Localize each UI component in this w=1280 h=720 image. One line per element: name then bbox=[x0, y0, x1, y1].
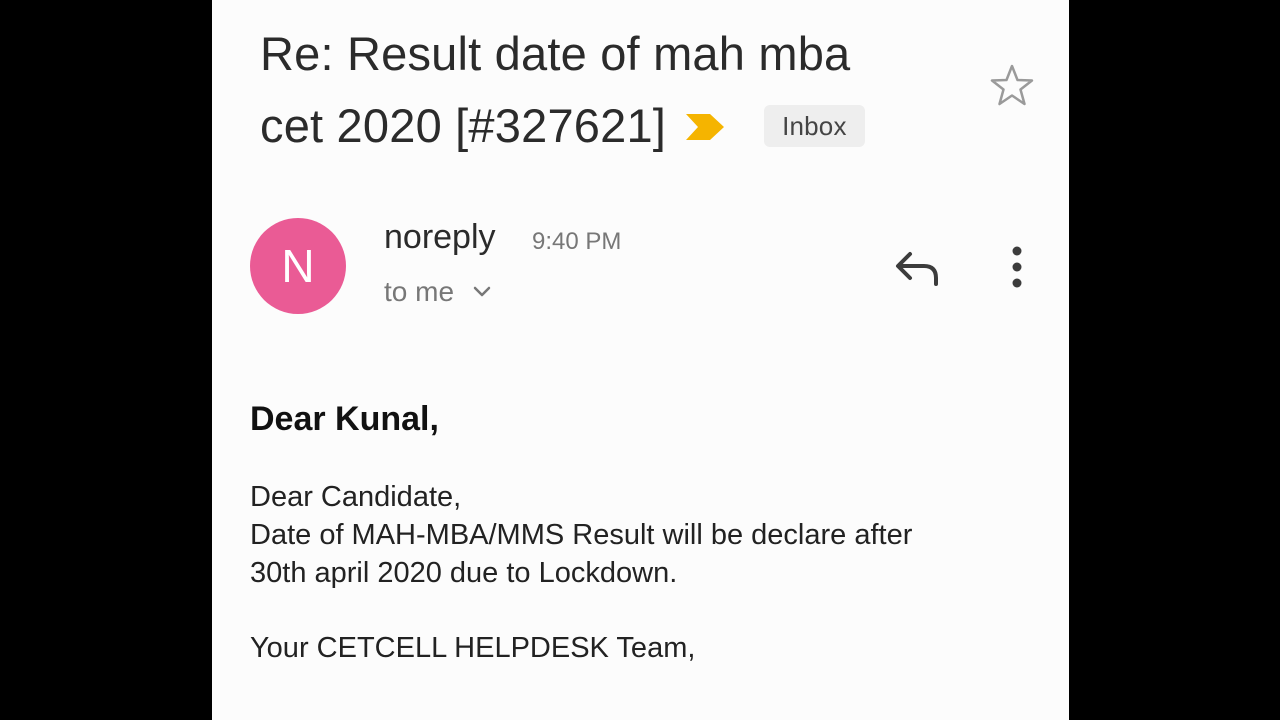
email-body: Dear Candidate, Date of MAH-MBA/MMS Resu… bbox=[250, 478, 1040, 592]
inbox-label-chip[interactable]: Inbox bbox=[764, 104, 865, 147]
body-line: 30th april 2020 due to Lockdown. bbox=[250, 557, 678, 589]
more-options-icon[interactable] bbox=[1000, 244, 1034, 290]
sender-avatar[interactable]: N bbox=[250, 218, 346, 314]
subject-line-1: Re: Result date of mah mba bbox=[260, 27, 851, 80]
recipient-label: to me bbox=[384, 276, 455, 307]
email-subject: Re: Result date of mah mba cet 2020 [#32… bbox=[260, 18, 960, 162]
chevron-down-icon[interactable] bbox=[472, 285, 492, 299]
recipient-details[interactable]: to me bbox=[384, 276, 492, 308]
subject-line-2-row: cet 2020 [#327621] Inbox bbox=[260, 90, 960, 162]
reply-icon[interactable] bbox=[894, 246, 942, 288]
email-view: Re: Result date of mah mba cet 2020 [#32… bbox=[212, 0, 1069, 720]
sender-name: noreply bbox=[384, 218, 496, 256]
body-line: Dear Candidate, bbox=[250, 481, 462, 513]
body-line: Date of MAH-MBA/MMS Result will be decla… bbox=[250, 519, 913, 551]
subject-line-2: cet 2020 [#327621] bbox=[260, 99, 667, 152]
email-signoff: Your CETCELL HELPDESK Team, bbox=[250, 632, 696, 664]
email-greeting: Dear Kunal, bbox=[250, 400, 439, 438]
sent-time: 9:40 PM bbox=[532, 228, 622, 255]
star-icon[interactable] bbox=[988, 62, 1036, 110]
importance-marker-icon[interactable] bbox=[684, 112, 726, 142]
